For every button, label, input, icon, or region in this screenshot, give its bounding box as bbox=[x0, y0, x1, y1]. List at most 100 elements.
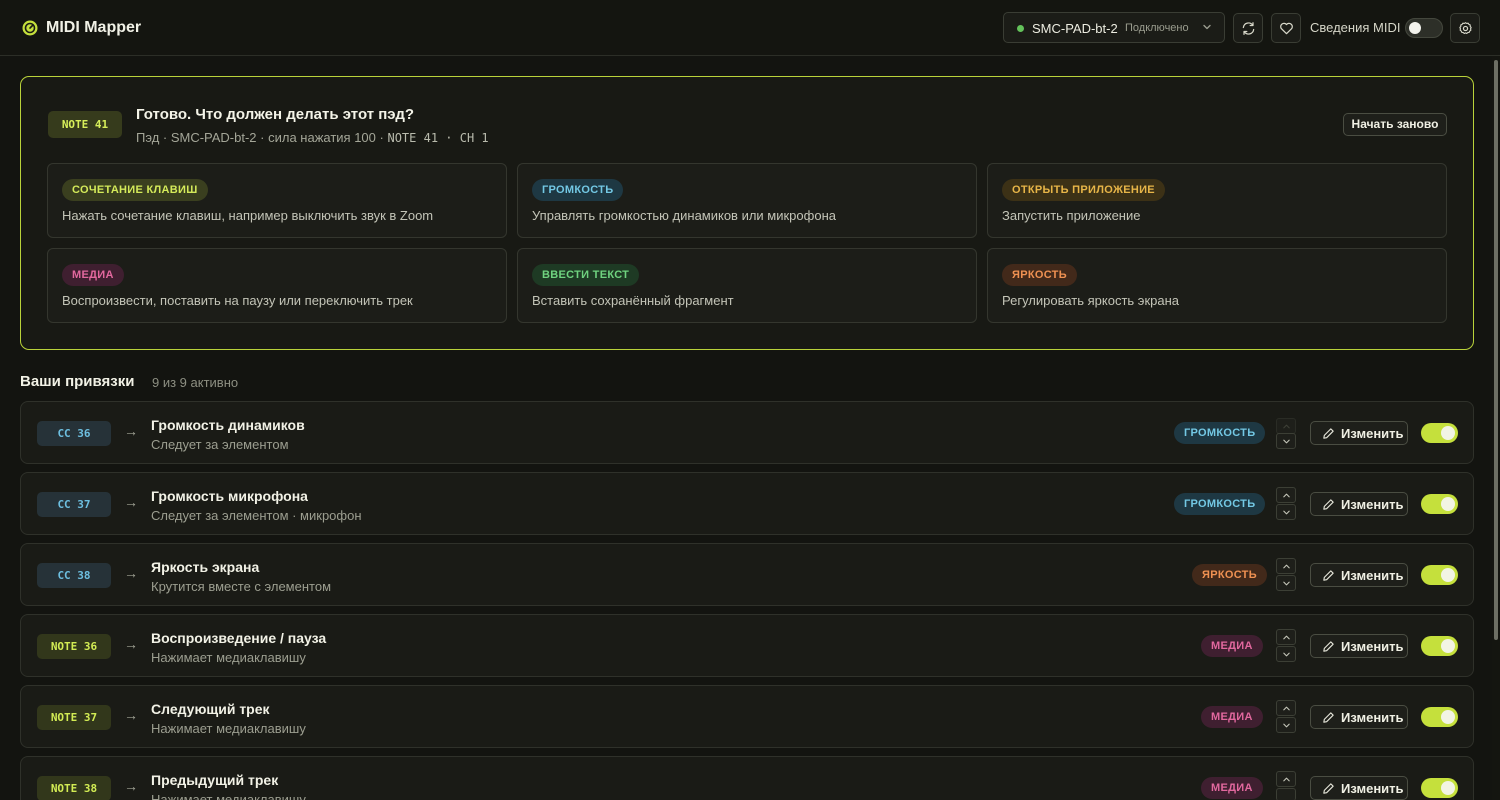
binding-type-tag: МЕДИА bbox=[1201, 706, 1263, 728]
toggle-knob bbox=[1441, 426, 1455, 440]
edit-binding-button[interactable]: Изменить bbox=[1310, 563, 1408, 587]
chevron-down-icon bbox=[1203, 24, 1211, 30]
binding-row: NOTE 38 → Предыдущий трек Нажимает медиа… bbox=[20, 756, 1474, 800]
action-card-volume[interactable]: ГРОМКОСТЬ Управлять громкостью динамиков… bbox=[517, 163, 977, 238]
edit-label: Изменить bbox=[1341, 710, 1404, 725]
binding-enabled-toggle[interactable] bbox=[1421, 565, 1458, 585]
action-description: Запустить приложение bbox=[1002, 208, 1141, 223]
pencil-icon bbox=[1323, 570, 1334, 581]
pencil-icon bbox=[1323, 641, 1334, 652]
action-card-open-app[interactable]: ОТКРЫТЬ ПРИЛОЖЕНИЕ Запустить приложение bbox=[987, 163, 1447, 238]
action-description: Вставить сохранённый фрагмент bbox=[532, 293, 734, 308]
chevron-down-icon bbox=[1283, 581, 1290, 586]
refresh-button[interactable] bbox=[1233, 13, 1263, 43]
binding-enabled-toggle[interactable] bbox=[1421, 707, 1458, 727]
pencil-icon bbox=[1323, 499, 1334, 510]
toggle-knob bbox=[1441, 639, 1455, 653]
device-status: Подключено bbox=[1125, 22, 1189, 34]
action-card-media[interactable]: МЕДИА Воспроизвести, поставить на паузу … bbox=[47, 248, 507, 323]
move-down-button[interactable] bbox=[1276, 433, 1296, 449]
midi-info-label: Сведения MIDI bbox=[1310, 20, 1401, 35]
binding-row: NOTE 37 → Следующий трек Нажимает медиак… bbox=[20, 685, 1474, 748]
binding-title: Яркость экрана bbox=[151, 559, 260, 575]
binding-row: CC 36 → Громкость динамиков Следует за э… bbox=[20, 401, 1474, 464]
connection-status-dot bbox=[1017, 25, 1024, 32]
binding-source-chip: CC 37 bbox=[37, 492, 111, 517]
action-tag: ОТКРЫТЬ ПРИЛОЖЕНИЕ bbox=[1002, 179, 1165, 201]
binding-subtitle: Следует за элементом bbox=[151, 437, 289, 452]
edit-label: Изменить bbox=[1341, 568, 1404, 583]
move-down-button[interactable] bbox=[1276, 717, 1296, 733]
move-up-button[interactable] bbox=[1276, 418, 1296, 434]
binding-title: Громкость динамиков bbox=[151, 417, 305, 433]
action-tag: СОЧЕТАНИЕ КЛАВИШ bbox=[62, 179, 208, 201]
arrow-right-icon: → bbox=[124, 565, 138, 581]
chevron-up-icon bbox=[1283, 424, 1290, 429]
move-down-button[interactable] bbox=[1276, 788, 1296, 800]
arrow-right-icon: → bbox=[124, 707, 138, 723]
binding-title: Следующий трек bbox=[151, 701, 270, 717]
binding-source-chip: CC 38 bbox=[37, 563, 111, 588]
binding-row: CC 37 → Громкость микрофона Следует за э… bbox=[20, 472, 1474, 535]
binding-type-tag: МЕДИА bbox=[1201, 777, 1263, 799]
action-card-shortcut[interactable]: СОЧЕТАНИЕ КЛАВИШ Нажать сочетание клавиш… bbox=[47, 163, 507, 238]
move-up-button[interactable] bbox=[1276, 487, 1296, 503]
page-scrollbar[interactable] bbox=[1492, 56, 1500, 800]
binding-subtitle: Нажимает медиаклавишу bbox=[151, 650, 306, 665]
move-down-button[interactable] bbox=[1276, 504, 1296, 520]
binding-source-chip: CC 36 bbox=[37, 421, 111, 446]
toggle-knob bbox=[1441, 710, 1455, 724]
midi-info-toggle[interactable] bbox=[1405, 18, 1443, 38]
chevron-up-icon bbox=[1283, 635, 1290, 640]
binding-enabled-toggle[interactable] bbox=[1421, 778, 1458, 798]
action-tag: ВВЕСТИ ТЕКСТ bbox=[532, 264, 640, 286]
edit-binding-button[interactable]: Изменить bbox=[1310, 421, 1408, 445]
binding-title: Громкость микрофона bbox=[151, 488, 308, 504]
edit-binding-button[interactable]: Изменить bbox=[1310, 705, 1408, 729]
binding-enabled-toggle[interactable] bbox=[1421, 636, 1458, 656]
edit-binding-button[interactable]: Изменить bbox=[1310, 776, 1408, 800]
binding-enabled-toggle[interactable] bbox=[1421, 423, 1458, 443]
edit-binding-button[interactable]: Изменить bbox=[1310, 634, 1408, 658]
device-name: SMC-PAD-bt-2 bbox=[1032, 21, 1118, 36]
app-title: MIDI Mapper bbox=[46, 19, 142, 36]
binding-type-tag: ГРОМКОСТЬ bbox=[1174, 422, 1266, 444]
bindings-active-count: 9 из 9 активно bbox=[152, 375, 239, 390]
device-select[interactable]: SMC-PAD-bt-2 Подключено bbox=[1003, 12, 1225, 43]
chevron-down-icon bbox=[1283, 652, 1290, 657]
move-up-button[interactable] bbox=[1276, 771, 1296, 787]
action-tag: МЕДИА bbox=[62, 264, 124, 286]
binding-type-tag: ГРОМКОСТЬ bbox=[1174, 493, 1266, 515]
gear-icon bbox=[1459, 22, 1472, 35]
move-down-button[interactable] bbox=[1276, 646, 1296, 662]
bindings-section-title: Ваши привязки bbox=[20, 373, 135, 390]
move-down-button[interactable] bbox=[1276, 575, 1296, 591]
restart-button[interactable]: Начать заново bbox=[1343, 113, 1447, 136]
chevron-down-icon bbox=[1283, 723, 1290, 728]
toggle-knob bbox=[1409, 22, 1421, 34]
binding-row: CC 38 → Яркость экрана Крутится вместе с… bbox=[20, 543, 1474, 606]
action-card-brightness[interactable]: ЯРКОСТЬ Регулировать яркость экрана bbox=[987, 248, 1447, 323]
favorite-button[interactable] bbox=[1271, 13, 1301, 43]
action-description: Нажать сочетание клавиш, например выключ… bbox=[62, 208, 434, 223]
chevron-up-icon bbox=[1283, 777, 1290, 782]
scrollbar-thumb[interactable] bbox=[1494, 60, 1498, 640]
action-tag: ГРОМКОСТЬ bbox=[532, 179, 624, 201]
settings-button[interactable] bbox=[1450, 13, 1480, 43]
pencil-icon bbox=[1323, 428, 1334, 439]
binding-enabled-toggle[interactable] bbox=[1421, 494, 1458, 514]
captured-note-chip: NOTE 41 bbox=[48, 111, 122, 138]
action-description: Регулировать яркость экрана bbox=[1002, 293, 1179, 308]
binding-title: Воспроизведение / пауза bbox=[151, 630, 327, 646]
action-card-type-text[interactable]: ВВЕСТИ ТЕКСТ Вставить сохранённый фрагме… bbox=[517, 248, 977, 323]
move-up-button[interactable] bbox=[1276, 558, 1296, 574]
move-up-button[interactable] bbox=[1276, 629, 1296, 645]
pencil-icon bbox=[1323, 712, 1334, 723]
move-up-button[interactable] bbox=[1276, 700, 1296, 716]
app-header: MIDI Mapper SMC-PAD-bt-2 Подключено Свед… bbox=[0, 0, 1500, 56]
panel-subtitle: Пэд · SMC-PAD-bt-2 · сила нажатия 100 · … bbox=[136, 130, 489, 145]
edit-binding-button[interactable]: Изменить bbox=[1310, 492, 1408, 516]
action-description: Управлять громкостью динамиков или микро… bbox=[532, 208, 836, 223]
binding-subtitle: Нажимает медиаклавишу bbox=[151, 721, 306, 736]
assign-action-panel: NOTE 41 Готово. Что должен делать этот п… bbox=[20, 76, 1474, 350]
